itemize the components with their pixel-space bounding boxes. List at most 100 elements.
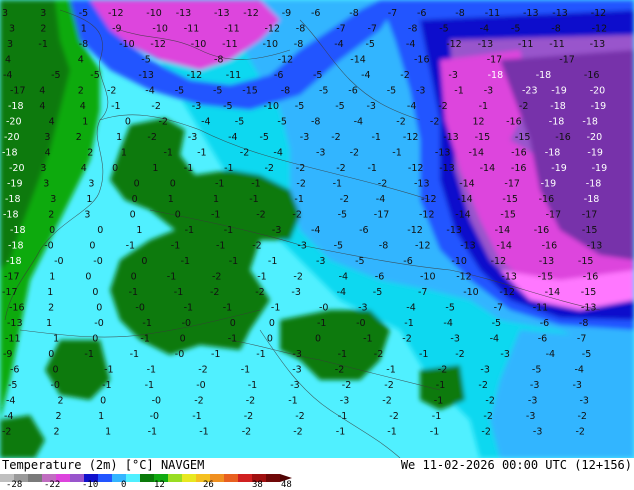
temperature-value: -1 <box>229 256 238 267</box>
temperature-value: -1 <box>199 427 208 438</box>
temperature-value: -6 <box>10 365 19 376</box>
temperature-value: -3 <box>358 303 367 314</box>
temperature-value: -13 <box>7 318 23 329</box>
temperature-value: -5 <box>141 55 150 66</box>
temperature-value: 0 <box>175 210 181 221</box>
temperature-value: -4 <box>145 86 154 97</box>
temperature-value: -13 <box>587 241 603 252</box>
temperature-value: -12 <box>419 210 435 221</box>
temperature-value: -4 <box>311 225 320 236</box>
temperature-value: -2 <box>374 349 383 360</box>
temperature-value: -4 <box>3 70 12 81</box>
temperature-value: -2 <box>340 194 349 205</box>
temperature-value: -1 <box>192 411 201 422</box>
temperature-value: -7 <box>577 334 586 345</box>
temperature-value: -18 <box>536 70 552 81</box>
temperature-value: -3 <box>526 411 535 422</box>
colorbar-tick: 48 <box>281 480 292 490</box>
temperature-value: -1 <box>256 349 265 360</box>
temperature-value: -7 <box>368 24 377 35</box>
temperature-value: -3 <box>480 365 489 376</box>
temperature-value: -1 <box>436 380 445 391</box>
temperature-value: -4 <box>490 334 499 345</box>
temperature-value: -18 <box>2 148 18 159</box>
temperature-value: -6 <box>538 334 547 345</box>
temperature-value: -2 <box>265 163 274 174</box>
temperature-value: -1 <box>338 349 347 360</box>
temperature-map: 3 3 -5 -12 -10 -13 -13 -12 -9 -6 -8 -7 -6 -8 -11 -13 -13… <box>0 0 634 459</box>
temperature-value: -1 <box>104 365 113 376</box>
temperature-value: -1 <box>392 148 401 159</box>
temperature-value: -13 <box>138 70 154 81</box>
temperature-value: -10 <box>119 39 135 50</box>
temperature-value: -5 <box>366 39 375 50</box>
temperature-value: -4 <box>406 303 415 314</box>
temperature-value: -12 <box>403 132 419 143</box>
temperature-value: -1 <box>184 303 193 314</box>
temperature-value: -18 <box>8 241 24 252</box>
temperature-value: -1 <box>271 303 280 314</box>
temperature-value: -2 <box>244 411 253 422</box>
temperature-value: -2 <box>242 427 251 438</box>
temperature-value: 4 <box>49 117 55 128</box>
temperature-value: -15 <box>582 225 598 236</box>
temperature-value: -12 <box>446 39 462 50</box>
temperature-value: -1 <box>372 132 381 143</box>
temperature-value: -2 <box>438 365 447 376</box>
temperature-value: -12 <box>108 8 124 19</box>
temperature-value: -2 <box>382 396 391 407</box>
temperature-value: 0 <box>112 163 118 174</box>
temperature-value: -15 <box>502 194 518 205</box>
temperature-value: -7 <box>388 8 397 19</box>
temperature-value: -1 <box>142 318 151 329</box>
temperature-value: -15 <box>500 210 516 221</box>
temperature-value: -0 <box>54 256 63 267</box>
temperature-value: -8 <box>579 318 588 329</box>
temperature-value: -12 <box>243 8 259 19</box>
temperature-value: -11 <box>222 39 238 50</box>
temperature-value: -5 <box>338 210 347 221</box>
temperature-value: -10 <box>420 272 436 283</box>
temperature-value: -5 <box>439 24 448 35</box>
temperature-value: -2 <box>350 148 359 159</box>
temperature-value: 0 <box>85 272 91 283</box>
temperature-value: -13 <box>539 256 555 267</box>
temperature-value: -1 <box>479 101 488 112</box>
temperature-value: -16 <box>534 225 550 236</box>
temperature-value: 1 <box>86 194 92 205</box>
temperature-value: -13 <box>590 39 606 50</box>
temperature-value: -2 <box>335 365 344 376</box>
temperature-value: -12 <box>499 287 515 298</box>
temperature-value: -3 <box>450 334 459 345</box>
temperature-value: -4 <box>354 117 363 128</box>
temperature-value: -2 <box>430 117 439 128</box>
temperature-value: -5 <box>387 86 396 97</box>
temperature-value: -17 <box>487 55 503 66</box>
temperature-value: 0 <box>130 210 136 221</box>
temperature-value: -4 <box>337 287 346 298</box>
map-footer: Temperature (2m) [°C] NAVGEM We 11-02-20… <box>0 458 634 490</box>
temperature-value: -5 <box>532 365 541 376</box>
temperature-value: -3 <box>528 396 537 407</box>
temperature-value: -7 <box>336 24 345 35</box>
temperature-value: -5 <box>355 256 364 267</box>
temperature-value: 2 <box>58 396 64 407</box>
temperature-value: -12 <box>415 241 431 252</box>
temperature-value: -1 <box>140 334 149 345</box>
temperature-value: 0 <box>53 365 59 376</box>
temperature-value: -10 <box>463 287 479 298</box>
temperature-value: 1 <box>105 427 111 438</box>
temperature-value: -2 <box>455 349 464 360</box>
temperature-value: 0 <box>96 303 102 314</box>
temperature-value: -9 <box>282 8 291 19</box>
temperature-value: -10 <box>264 101 280 112</box>
temperature-value: 0 <box>89 241 95 252</box>
temperature-value: -4 <box>273 148 282 159</box>
temperature-value: 2 <box>78 86 84 97</box>
temperature-value: -1 <box>211 349 220 360</box>
temperature-value: -2 <box>151 101 160 112</box>
temperature-value: -0 <box>175 349 184 360</box>
temperature-value: -18 <box>584 194 600 205</box>
temperature-value: 3 <box>88 179 94 190</box>
temperature-value: -2 <box>378 179 387 190</box>
